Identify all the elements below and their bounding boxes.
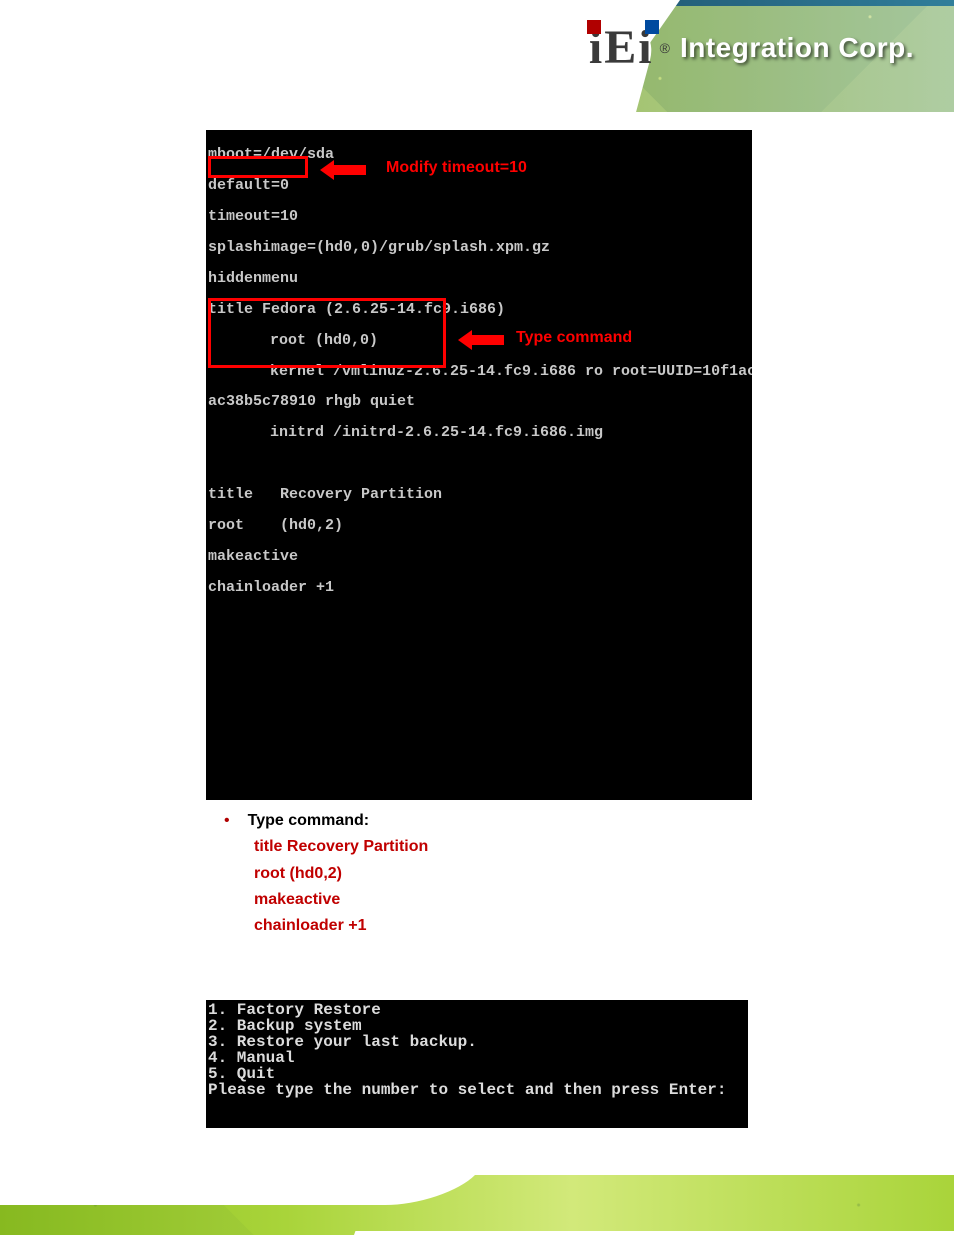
grub-default-line: default=0 (208, 178, 752, 193)
logo-company-text: Integration Corp. (680, 32, 914, 64)
company-logo: i E i ® Integration Corp. (587, 24, 914, 72)
instruction-lead: Type command: (248, 808, 370, 834)
instruction-cmd-title: title Recovery Partition (206, 834, 766, 860)
instruction-cmd-makeactive: makeactive (206, 887, 766, 913)
logo-registered-mark: ® (660, 40, 670, 56)
grub-recovery-title-line: title Recovery Partition (208, 487, 752, 502)
page-footer-banner (0, 1135, 954, 1235)
arrow-type-command (458, 330, 504, 350)
grub-config-terminal: mboot=/dev/sda default=0 timeout=10 spla… (206, 130, 752, 800)
page-header-banner: i E i ® Integration Corp. (0, 0, 954, 112)
arrow-shaft-icon (472, 335, 504, 345)
grub-initrd-line: initrd /initrd-2.6.25-14.fc9.i686.img (208, 425, 752, 440)
grub-fedora-title-line: title Fedora (2.6.25-14.fc9.i686) (208, 302, 752, 317)
arrow-head-icon (320, 160, 334, 180)
arrow-shaft-icon (334, 165, 366, 175)
menu-prompt: Please type the number to select and the… (208, 1081, 726, 1099)
grub-recovery-makeactive-line: makeactive (208, 549, 752, 564)
bullet-icon: • (224, 808, 230, 834)
grub-splash-line: splashimage=(hd0,0)/grub/splash.xpm.gz (208, 240, 752, 255)
instruction-cmd-root: root (hd0,2) (206, 861, 766, 887)
recovery-menu-terminal: 1. Factory Restore 2. Backup system 3. R… (206, 1000, 748, 1128)
annotation-modify-timeout: Modify timeout=10 (386, 160, 527, 176)
grub-uuid-tail-line: ac38b5c78910 rhgb quiet (208, 394, 752, 409)
instruction-block: • Type command: title Recovery Partition… (206, 808, 766, 940)
logo-letter-e: E (604, 24, 636, 72)
grub-timeout-line: timeout=10 (208, 209, 752, 224)
footer-bottom-line (353, 1231, 954, 1235)
grub-recovery-root-line: root (hd0,2) (208, 518, 752, 533)
grub-hidden-line: hiddenmenu (208, 271, 752, 286)
arrow-timeout (320, 160, 366, 180)
grub-recovery-chainloader-line: chainloader +1 (208, 580, 752, 595)
logo-dot-blue (645, 20, 659, 34)
grub-kernel-line: kernel /vmlinuz-2.6.25-14.fc9.i686 ro ro… (208, 364, 752, 379)
annotation-type-command: Type command (516, 330, 632, 346)
grub-blank-line (208, 456, 752, 471)
logo-dot-red (587, 20, 601, 34)
instruction-cmd-chainloader: chainloader +1 (206, 913, 766, 939)
arrow-head-icon (458, 330, 472, 350)
footer-white-wedge (0, 1135, 515, 1205)
page-content: mboot=/dev/sda default=0 timeout=10 spla… (0, 130, 954, 1128)
